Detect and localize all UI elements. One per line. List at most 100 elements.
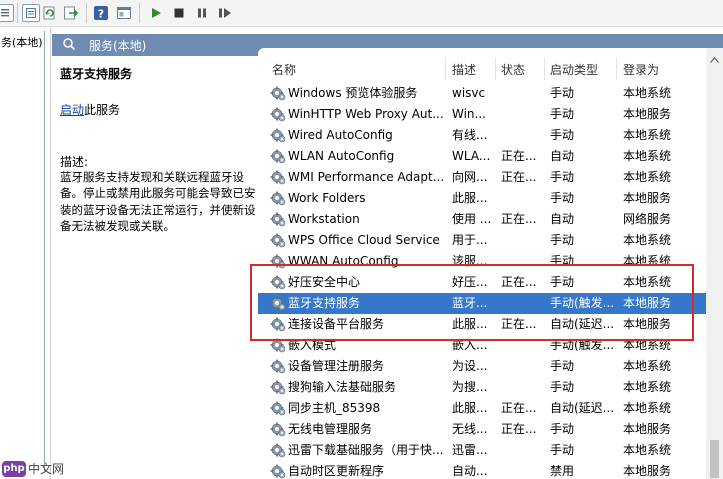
service-logon-as: 本地系统 <box>623 86 672 100</box>
service-name: WinHTTP Web Proxy Aut... <box>288 107 443 121</box>
export-icon[interactable] <box>62 4 80 22</box>
watermark-text: 中文网 <box>28 462 65 476</box>
service-logon-as: 本地系统 <box>623 380 672 394</box>
service-startup-type: 手动 <box>550 191 575 205</box>
service-status: 正在... <box>501 212 537 226</box>
service-row[interactable]: 迅雷下载基础服务（用于快... 迅雷... 手动 本地系统 <box>258 440 706 461</box>
service-gear-icon <box>270 106 286 122</box>
scrollbar-thumb[interactable] <box>710 440 719 478</box>
service-status: 正在... <box>501 170 537 184</box>
pause-icon[interactable] <box>193 4 211 22</box>
column-header-desc[interactable]: 描述 <box>452 61 476 78</box>
service-row[interactable]: 自动时区更新程序 自动... 禁用 本地服务 <box>258 461 706 479</box>
service-gear-icon <box>270 463 286 479</box>
service-startup-type: 手动 <box>550 233 575 247</box>
service-description: Win... <box>452 107 486 121</box>
service-logon-as: 本地系统 <box>623 149 672 163</box>
service-logon-as: 本地服务 <box>623 464 672 478</box>
toolbar: ? <box>0 0 723 27</box>
service-logon-as: 本地系统 <box>623 443 672 457</box>
column-header-startup[interactable]: 启动类型 <box>550 61 598 78</box>
service-startup-type: 自动 <box>550 149 575 163</box>
start-service-link[interactable]: 启动 <box>60 103 84 117</box>
service-name: 自动时区更新程序 <box>288 464 385 478</box>
service-row[interactable]: WinHTTP Web Proxy Aut... Win... 手动 本地服务 <box>258 104 706 125</box>
service-row[interactable]: WMI Performance Adapt... 向网... 正在... 手动 本地系统 <box>258 167 706 188</box>
service-logon-as: 本地系统 <box>623 401 672 415</box>
start-service-suffix: 此服务 <box>84 103 121 117</box>
service-gear-icon <box>270 400 286 416</box>
service-startup-type: 手动 <box>550 86 575 100</box>
service-startup-type: 手动 <box>550 107 575 121</box>
service-description: 迅雷... <box>452 443 488 457</box>
search-icon <box>62 37 76 54</box>
column-header-status[interactable]: 状态 <box>501 61 525 78</box>
service-description: 为搜... <box>452 380 488 394</box>
service-description: wisvc <box>452 86 486 100</box>
service-startup-type: 自动 <box>550 212 575 226</box>
service-logon-as: 网络服务 <box>623 212 672 226</box>
service-row[interactable]: WLAN AutoConfig WLA... 正在... 自动 本地系统 <box>258 146 706 167</box>
service-detail-panel: 蓝牙支持服务 启动此服务 描述: 蓝牙服务支持发现和关联远程蓝牙设备。停止或禁用… <box>52 56 258 479</box>
service-row[interactable]: Wired AutoConfig 有线... 手动 本地系统 <box>258 125 706 146</box>
service-name: Work Folders <box>288 191 366 205</box>
help-icon[interactable]: ? <box>92 4 110 22</box>
service-startup-type: 手动 <box>550 128 575 142</box>
service-row[interactable]: WPS Office Cloud Service 用于... 手动 本地系统 <box>258 230 706 251</box>
properties-icon[interactable] <box>22 4 40 22</box>
service-startup-type: 禁用 <box>550 464 575 478</box>
vertical-scrollbar[interactable] <box>706 48 723 479</box>
service-gear-icon <box>270 358 286 374</box>
highlight-box <box>250 264 694 341</box>
service-description: 用于... <box>452 233 488 247</box>
watermark: php 中文网 <box>2 460 64 477</box>
tree-item-services-local[interactable]: 务(本地) <box>0 35 49 51</box>
service-row[interactable]: Work Folders 此服... 手动 本地服务 <box>258 188 706 209</box>
restart-icon[interactable] <box>216 4 234 22</box>
service-status: 正在... <box>501 422 537 436</box>
service-gear-icon <box>270 232 286 248</box>
service-logon-as: 本地系统 <box>623 128 672 142</box>
service-row[interactable]: 无线电管理服务 无线... 正在... 手动 本地服务 <box>258 419 706 440</box>
service-description: 使用 ... <box>452 212 492 226</box>
service-row[interactable]: 设备管理注册服务 为设... 手动 本地系统 <box>258 356 706 377</box>
export-list-icon[interactable] <box>0 4 14 22</box>
service-description: 为设... <box>452 359 488 373</box>
service-name: Workstation <box>288 212 360 226</box>
service-name: WPS Office Cloud Service <box>288 233 440 247</box>
stop-icon[interactable] <box>170 4 188 22</box>
service-status: 正在... <box>501 149 537 163</box>
column-header-logon[interactable]: 登录为 <box>623 61 659 78</box>
scroll-up-icon[interactable] <box>710 52 719 66</box>
svg-text:?: ? <box>98 8 104 21</box>
service-name: WLAN AutoConfig <box>288 149 395 163</box>
service-description: WLA... <box>452 149 491 163</box>
service-startup-type: 自动(延迟... <box>550 401 614 415</box>
service-startup-type: 手动 <box>550 422 575 436</box>
service-name: 迅雷下载基础服务（用于快... <box>288 443 443 457</box>
service-name: 设备管理注册服务 <box>288 359 385 373</box>
service-logon-as: 本地服务 <box>623 422 672 436</box>
refresh-icon[interactable] <box>41 4 59 22</box>
service-startup-type: 手动 <box>550 443 575 457</box>
service-name: 同步主机_85398 <box>288 401 381 415</box>
service-startup-type: 手动 <box>550 380 575 394</box>
description-label: 描述: <box>60 155 89 169</box>
service-logon-as: 本地系统 <box>623 359 672 373</box>
service-startup-type: 手动 <box>550 170 575 184</box>
service-name: 无线电管理服务 <box>288 422 373 436</box>
service-description: 无线... <box>452 422 488 436</box>
service-row[interactable]: 搜狗输入法基础服务 为搜... 手动 本地系统 <box>258 377 706 398</box>
service-row[interactable]: 同步主机_85398 此服... 正在... 自动(延迟... 本地系统 <box>258 398 706 419</box>
service-gear-icon <box>270 127 286 143</box>
column-header-name[interactable]: 名称 <box>272 61 296 78</box>
start-service-line: 启动此服务 <box>60 101 120 118</box>
service-name: 搜狗输入法基础服务 <box>288 380 397 394</box>
service-row[interactable]: Windows 预览体验服务 wisvc 手动 本地系统 <box>258 83 706 104</box>
tree-scrollbar[interactable] <box>44 31 45 471</box>
service-row[interactable]: Workstation 使用 ... 正在... 自动 网络服务 <box>258 209 706 230</box>
play-icon[interactable] <box>147 4 165 22</box>
console-tree-icon[interactable] <box>115 4 133 22</box>
service-gear-icon <box>270 190 286 206</box>
service-gear-icon <box>270 442 286 458</box>
